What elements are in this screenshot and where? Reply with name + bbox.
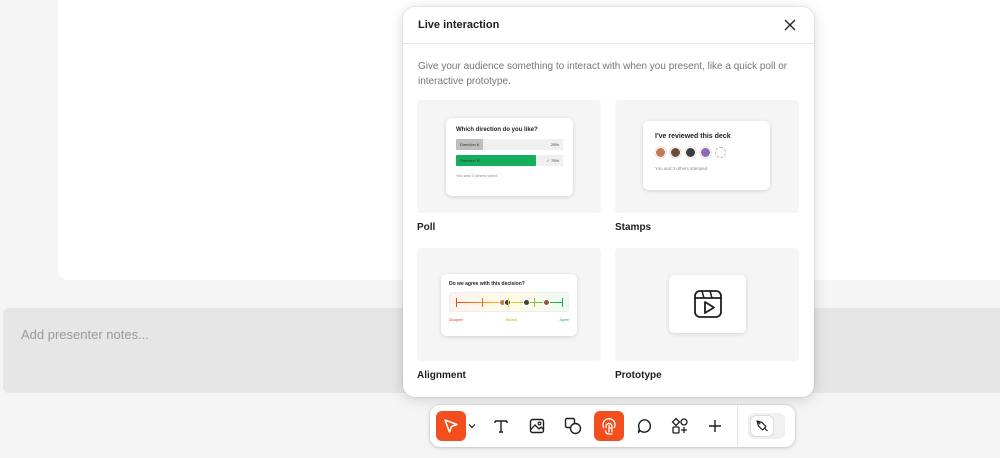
scale-tick (562, 298, 563, 307)
poll-card[interactable]: Which direction do you like? Direction A… (417, 100, 601, 233)
dialog-header: Live interaction (403, 7, 814, 44)
shape-tool-button[interactable] (558, 411, 588, 441)
image-icon (529, 418, 545, 434)
prototype-card-label: Prototype (615, 370, 662, 381)
move-tool-dropdown[interactable] (466, 411, 478, 441)
move-tool-button[interactable] (436, 411, 466, 441)
alignment-scale-labels: Disagree Neutral Agree (449, 318, 569, 322)
pen-icon (756, 420, 768, 432)
toggle-knob (751, 416, 773, 436)
text-icon (494, 420, 508, 433)
poll-option-percent: ✓ 75% (546, 158, 559, 163)
stamp-avatar (700, 147, 711, 158)
bottom-toolbar (430, 405, 795, 447)
scale-disagree-label: Disagree (449, 318, 464, 322)
alignment-card-label: Alignment (417, 370, 466, 381)
alignment-track (449, 292, 569, 312)
stamp-avatar (670, 147, 681, 158)
scale-tick (534, 298, 535, 307)
alignment-question: Do we agree with this decision? (449, 281, 525, 287)
hand-tap-icon (602, 418, 616, 435)
dialog-description: Give your audience something to interact… (418, 61, 788, 87)
stamps-thumbnail[interactable]: I've reviewed this deck You and 3 others… (615, 100, 799, 213)
scale-neutral-label: Neutral (505, 318, 517, 322)
add-tool-button[interactable] (700, 411, 730, 441)
scale-tick (482, 298, 483, 307)
stamps-preview: I've reviewed this deck You and 3 others… (643, 121, 770, 190)
presenter-notes-input[interactable] (21, 327, 401, 342)
text-tool-button[interactable] (486, 411, 516, 441)
stamps-card[interactable]: I've reviewed this deck You and 3 others… (615, 100, 799, 233)
poll-option: Direction A 25% (456, 139, 563, 150)
scale-tick (508, 298, 509, 307)
plus-icon (709, 420, 721, 432)
image-tool-button[interactable] (522, 411, 552, 441)
stamps-card-label: Stamps (615, 222, 652, 233)
empty-stamp-slot (715, 147, 726, 158)
scale-agree-label: Agree (559, 318, 569, 322)
draw-mode-toggle[interactable] (748, 413, 785, 439)
alignment-preview: Do we agree with this decision? Disagree… (441, 274, 577, 336)
prototype-card[interactable]: Prototype (615, 248, 799, 381)
comment-tool-button[interactable] (630, 411, 660, 441)
poll-option: Direction B ✓ 75% (456, 155, 563, 166)
stamps-footer: You and 3 others stamped (655, 166, 708, 171)
vote-avatar (543, 299, 550, 306)
vote-avatar (523, 299, 530, 306)
poll-option-percent: 25% (550, 142, 559, 147)
poll-card-label: Poll (417, 222, 436, 233)
poll-preview: Which direction do you like? Direction A… (446, 118, 573, 196)
stamps-title: I've reviewed this deck (655, 133, 731, 140)
prototype-preview (669, 275, 746, 333)
poll-question: Which direction do you like? (456, 127, 538, 133)
live-interaction-dialog: Live interaction Give your audience some… (403, 7, 814, 397)
poll-thumbnail[interactable]: Which direction do you like? Direction A… (417, 100, 601, 213)
cursor-icon (444, 419, 458, 433)
shapes-icon (564, 417, 582, 435)
comment-icon (637, 419, 652, 434)
interaction-tool-button[interactable] (594, 411, 624, 441)
stamp-avatar (655, 147, 666, 158)
widgets-tool-button[interactable] (665, 411, 695, 441)
scale-tick (456, 298, 457, 307)
chevron-down-icon (468, 424, 476, 429)
alignment-thumbnail[interactable]: Do we agree with this decision? Disagree… (417, 248, 601, 361)
dialog-title: Live interaction (418, 19, 500, 31)
stamp-avatar (685, 147, 696, 158)
stamp-avatars (655, 147, 758, 158)
poll-footer: You and 3 others voted (456, 173, 497, 178)
poll-option-label: Direction A (460, 142, 480, 147)
close-icon (784, 19, 796, 31)
widgets-icon (671, 417, 688, 434)
alignment-card[interactable]: Do we agree with this decision? Disagree… (417, 248, 601, 381)
toolbar-divider (737, 405, 738, 447)
close-button[interactable] (780, 15, 800, 35)
play-window-icon (693, 290, 722, 318)
prototype-thumbnail[interactable] (615, 248, 799, 361)
poll-option-label: Direction B (460, 158, 480, 163)
